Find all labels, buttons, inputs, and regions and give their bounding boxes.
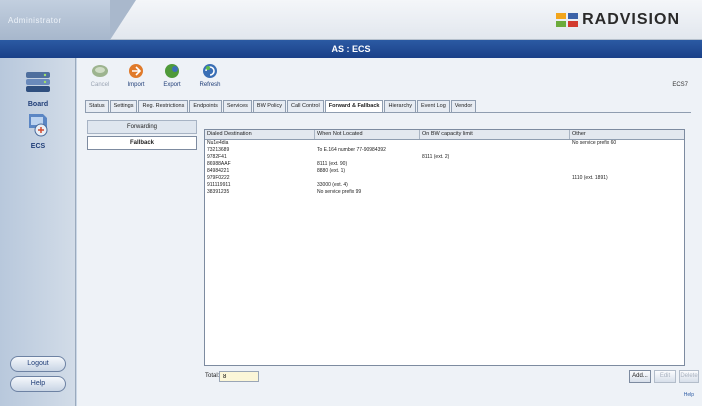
table-cell: 8111 (ext. 90) [317,161,348,167]
add-button[interactable]: Add... [629,370,651,383]
column-header[interactable]: When Not Located [315,130,420,139]
table-cell: 9782F41 [207,154,227,160]
tab-settings[interactable]: Settings [109,100,138,112]
table-cell: To E.164 number 77-90984392 [317,147,386,153]
left-nav: Board ECS Logout Help [0,58,76,406]
table-cell [570,154,684,161]
export-label: Export [163,82,181,88]
logout-button[interactable]: Logout [10,356,66,372]
tab-divider [85,112,691,113]
ecs-icon [29,114,48,137]
table-row[interactable]: Nu1e4dia No service prefix 60 [205,140,684,147]
tab-call-control[interactable]: Call Control [286,100,324,112]
cancel-icon [92,65,108,77]
delete-button[interactable]: Delete [679,370,699,383]
tab-hierarchy[interactable]: Hierarchy [384,100,417,112]
table-cell [420,140,570,147]
edit-button[interactable]: Edit [654,370,676,383]
table-cell [420,161,570,168]
tab-status[interactable]: Status [85,100,109,112]
nav-label-ecs: ECS [30,143,46,150]
sub-navigation: Forwarding Fallback [87,120,197,152]
refresh-icon [203,64,217,78]
nav-label-board: Board [27,101,49,108]
table-cell: 8111 (ext. 2) [422,154,450,160]
table-cell [315,154,420,161]
cancel-button[interactable]: Cancel [83,62,117,88]
table-cell: 33000 (ext. 4) [317,182,348,188]
table-row[interactable]: 9782F41 8111 (ext. 2) [205,154,684,161]
table-cell [315,140,420,147]
top-banner: Administrator RADVISION [0,0,702,40]
board-icon [26,72,50,92]
tab-endpoints[interactable]: Endpoints [189,100,222,112]
refresh-button[interactable]: Refresh [193,62,227,88]
table-cell [420,175,570,182]
table-cell [315,175,420,182]
table-cell: 911119911 [207,182,231,188]
fallback-table: Dialed Destination When Not Located On B… [204,129,685,366]
subnav-forwarding[interactable]: Forwarding [87,120,197,134]
admin-label: Administrator [0,0,110,40]
tab-bar: Status Settings Reg. Restrictions Endpoi… [85,100,477,113]
table-cell: 84984221 [207,168,230,174]
import-icon [129,64,143,78]
logo-icon [556,13,579,27]
table-cell: No service prefix 60 [572,140,617,146]
table-cell [570,189,684,196]
subnav-fallback[interactable]: Fallback [87,136,197,150]
table-cell [570,168,684,175]
table-row[interactable]: 86988AAF 8111 (ext. 90) [205,161,684,168]
table-row[interactable]: 979F0222 1110 (ext. 1891) [205,175,684,182]
table-cell: 8880 (ext. 1) [317,168,346,174]
help-button[interactable]: Help [10,376,66,392]
column-header[interactable]: On BW capacity limit [420,130,570,139]
table-row[interactable]: 38391235 No service prefix 99 [205,189,684,196]
import-button[interactable]: Import [119,62,153,88]
table-row[interactable]: 73213689 To E.164 number 77-90984392 [205,147,684,154]
export-icon [165,64,179,78]
column-header[interactable]: Other [570,130,684,139]
nav-item-board[interactable]: Board [10,68,66,108]
table-cell: 979F0222 [207,175,230,181]
tab-vendor[interactable]: Vendor [450,100,477,112]
table-cell: 1110 (ext. 1891) [572,175,608,181]
import-label: Import [127,82,145,88]
table-cell: No service prefix 99 [317,189,362,195]
tab-event-log[interactable]: Event Log [417,100,450,112]
table-cell [570,161,684,168]
logo-text: RADVISION [582,11,680,28]
cancel-label: Cancel [90,82,110,88]
column-header[interactable]: Dialed Destination [205,130,315,139]
export-button[interactable]: Export [155,62,189,88]
table-cell [420,168,570,175]
table-cell [570,147,684,154]
table-cell: Nu1e4dia [207,140,229,146]
nav-item-ecs[interactable]: ECS [10,110,66,150]
total-count-field[interactable] [219,371,259,382]
table-body: Nu1e4dia No service prefix 60 73213689 T… [205,140,684,196]
table-cell: 38391235 [207,189,230,195]
tab-reg-restrictions[interactable]: Reg. Restrictions [138,100,189,112]
table-cell [420,189,570,196]
table-row[interactable]: 911119911 33000 (ext. 4) [205,182,684,189]
table-cell [420,147,570,154]
table-cell: 86988AAF [207,161,231,167]
table-cell [420,182,570,189]
page-title: AS : ECS [0,40,702,58]
toolbar: Cancel Import Export Refresh ECS7 [77,58,702,98]
radvision-logo: RADVISION [556,11,680,29]
table-header: Dialed Destination When Not Located On B… [205,130,684,140]
table-cell [570,182,684,189]
refresh-label: Refresh [199,82,221,88]
admin-tab-edge [110,0,136,40]
table-row[interactable]: 84984221 8880 (ext. 1) [205,168,684,175]
help-link[interactable]: Help [684,392,694,398]
tab-services[interactable]: Services [222,100,252,112]
table-cell: 73213689 [207,147,230,153]
total-label: Total: [205,373,220,379]
device-id: ECS7 [672,82,688,88]
tab-bw-policy[interactable]: BW Policy [252,100,286,112]
main-panel: Cancel Import Export Refresh ECS7 Status… [77,58,702,406]
